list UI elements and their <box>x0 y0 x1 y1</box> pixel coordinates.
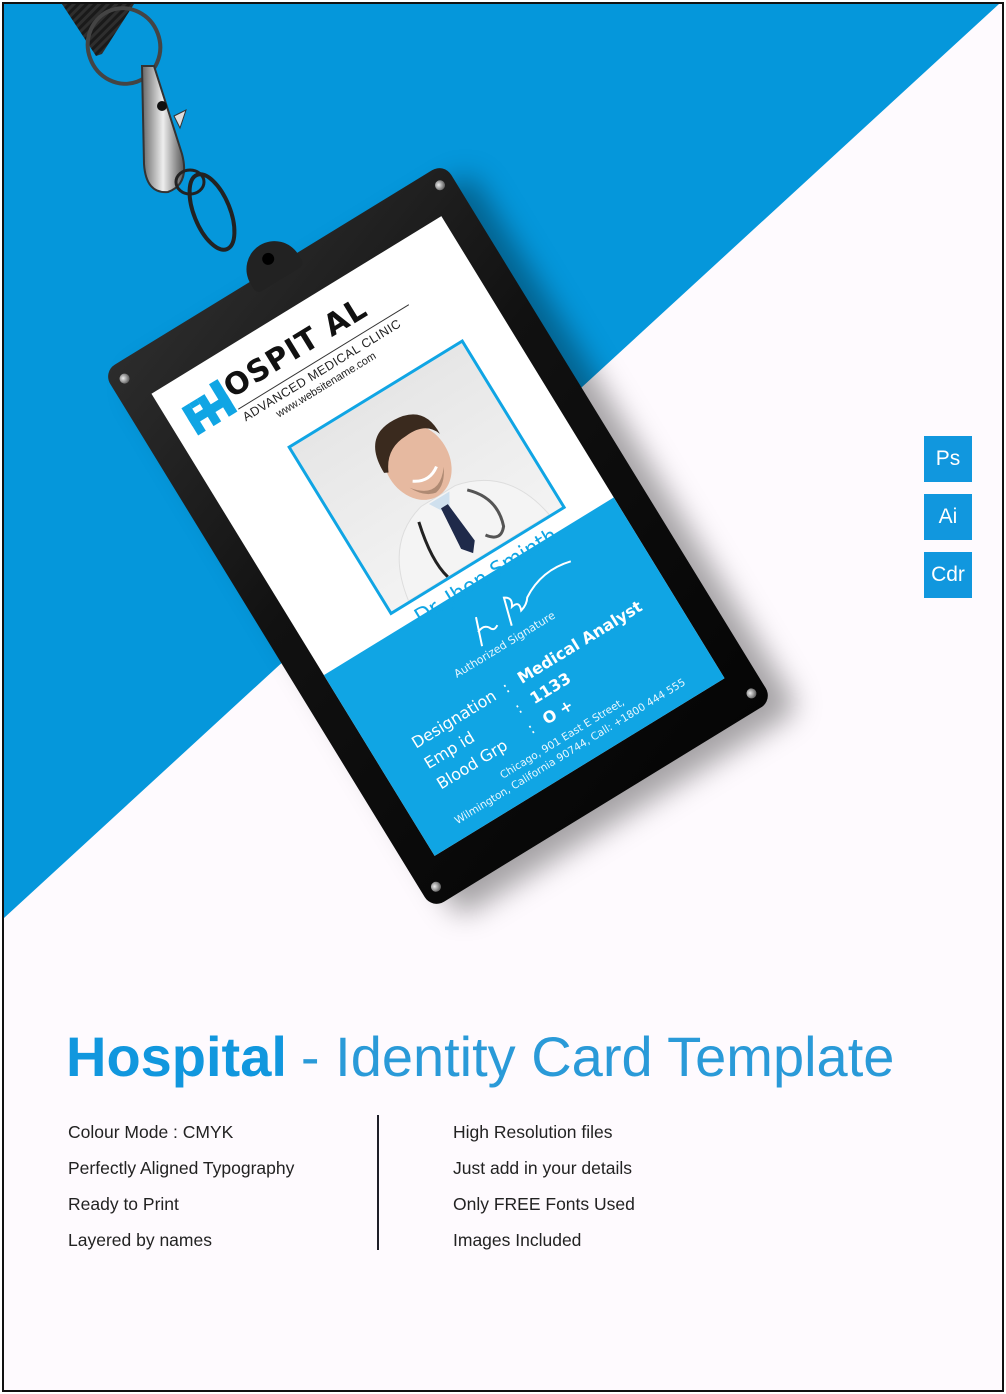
title-rest: - Identity Card Template <box>300 1025 895 1088</box>
rivet-icon <box>744 686 759 701</box>
feature-item: Only FREE Fonts Used <box>453 1194 635 1214</box>
features-divider <box>377 1115 379 1250</box>
feature-item: High Resolution files <box>453 1122 613 1142</box>
features-list-right: High Resolution files Just add in your d… <box>453 1114 635 1258</box>
feature-item: Layered by names <box>68 1230 212 1250</box>
rivet-icon <box>117 371 132 386</box>
illustrator-file-badge: Ai <box>924 494 972 540</box>
feature-item: Perfectly Aligned Typography <box>68 1158 295 1178</box>
feature-item: Images Included <box>453 1230 582 1250</box>
feature-item: Ready to Print <box>68 1194 179 1214</box>
title-bold: Hospital <box>66 1025 287 1088</box>
page-title: Hospital - Identity Card Template <box>66 1024 894 1089</box>
coreldraw-file-badge: Cdr <box>924 552 972 598</box>
photoshop-file-badge: Ps <box>924 436 972 482</box>
rivet-icon <box>429 879 443 894</box>
template-preview-page: OSPIT AL ADVANCED MEDICAL CLINIC www.web… <box>2 2 1004 1392</box>
feature-item: Colour Mode : CMYK <box>68 1122 234 1142</box>
feature-item: Just add in your details <box>453 1158 632 1178</box>
rivet-icon <box>433 178 447 193</box>
features-list-left: Colour Mode : CMYK Perfectly Aligned Typ… <box>68 1114 294 1258</box>
